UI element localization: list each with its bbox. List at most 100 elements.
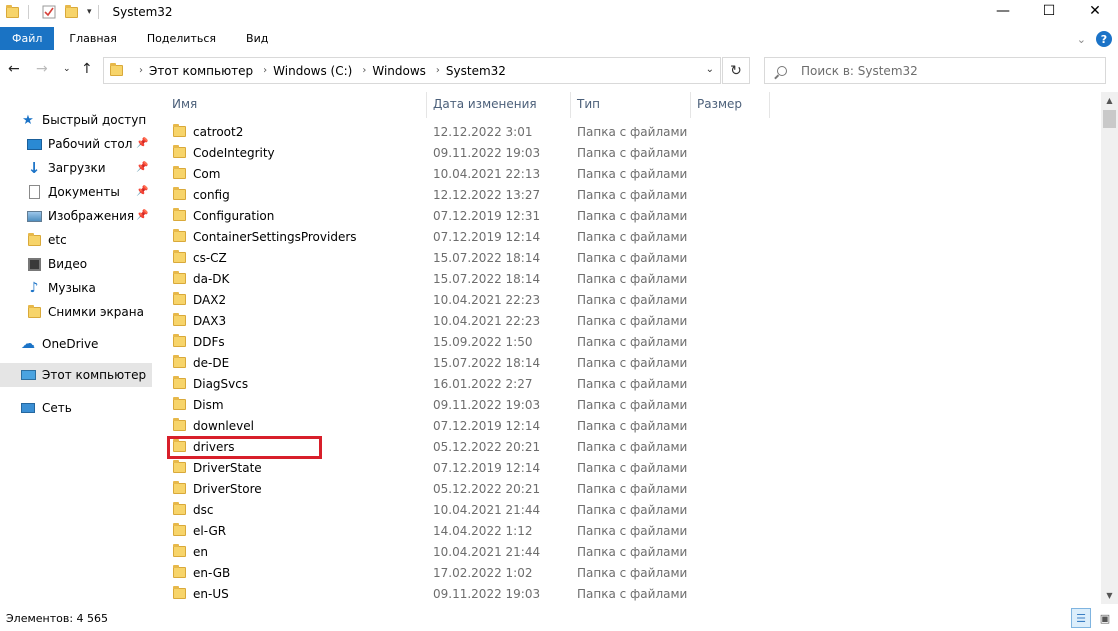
breadcrumb-windows[interactable]: Windows	[372, 64, 426, 78]
details-view-button[interactable]: ☰	[1071, 608, 1091, 628]
large-icons-view-button[interactable]: ▣	[1095, 608, 1115, 628]
folder-icon	[173, 481, 189, 494]
explorer-window: ▾ System32 — ☐ ✕ Файл Главная Поделиться…	[0, 0, 1118, 631]
table-row[interactable]: DAX2 10.04.2021 22:23 Папка с файлами	[169, 289, 699, 310]
nav-music[interactable]: ♪ Музыка	[26, 277, 96, 299]
folder-icon	[173, 229, 189, 242]
help-icon[interactable]: ?	[1096, 31, 1112, 47]
tab-home[interactable]: Главная	[54, 27, 132, 50]
table-row[interactable]: CodeIntegrity 09.11.2022 19:03 Папка с фай…	[169, 142, 699, 163]
details-view-icon: ☰	[1076, 611, 1086, 625]
back-arrow-icon[interactable]: ←	[8, 61, 20, 77]
table-row[interactable]: DriverState 07.12.2019 12:14 Папка с файла…	[169, 457, 699, 478]
pin-icon[interactable]: 📌	[136, 162, 148, 173]
nav-this-pc[interactable]: Этот компьютер	[0, 363, 152, 387]
vertical-scrollbar[interactable]: ▲ ▼	[1101, 92, 1118, 604]
scroll-thumb[interactable]	[1103, 110, 1116, 128]
divider[interactable]	[690, 92, 691, 118]
table-row[interactable]: ContainerSettingsProviders 07.12.2019 12:…	[169, 226, 699, 247]
nav-label: Документы	[48, 185, 120, 199]
chevron-down-icon[interactable]: ▾	[87, 7, 92, 17]
nav-network[interactable]: Сеть	[20, 397, 72, 419]
up-arrow-icon[interactable]: ↑	[81, 61, 93, 77]
pin-icon[interactable]: 📌	[136, 210, 148, 221]
tab-share[interactable]: Поделиться	[132, 27, 231, 50]
cloud-icon: ☁	[21, 336, 35, 352]
table-row[interactable]: downlevel 07.12.2019 12:14 Папка с файлами	[169, 415, 699, 436]
table-row[interactable]: da-DK 15.07.2022 18:14 Папка с файлами	[169, 268, 699, 289]
file-list: ⌃ Имя Дата изменения Тип Размер catroot2…	[155, 92, 1100, 604]
forward-arrow-icon[interactable]: →	[36, 61, 48, 77]
pin-icon[interactable]: 📌	[136, 186, 148, 197]
scroll-down-icon[interactable]: ▼	[1101, 587, 1118, 604]
nav-screenshots[interactable]: Снимки экрана	[26, 301, 144, 323]
table-row[interactable]: en-US 09.11.2022 19:03 Папка с файлами	[169, 583, 699, 604]
table-row[interactable]: cs-CZ 15.07.2022 18:14 Папка с файлами	[169, 247, 699, 268]
breadcrumb-drive-c[interactable]: Windows (C:)	[273, 64, 352, 78]
desktop-icon	[26, 136, 42, 152]
nav-videos[interactable]: Видео	[26, 253, 87, 275]
nav-pictures[interactable]: Изображения	[26, 205, 134, 227]
table-row[interactable]: el-GR 14.04.2022 1:12 Папка с файлами	[169, 520, 699, 541]
address-bar[interactable]: › Этот компьютер › Windows (C:) › Window…	[103, 57, 721, 84]
file-type: Папка с файлами	[577, 460, 688, 475]
folder-icon	[173, 271, 189, 284]
file-name: CodeIntegrity	[193, 145, 275, 160]
table-row[interactable]: en-GB 17.02.2022 1:02 Папка с файлами	[169, 562, 699, 583]
table-row[interactable]: DDFs 15.09.2022 1:50 Папка с файлами	[169, 331, 699, 352]
column-header: ⌃ Имя Дата изменения Тип Размер	[155, 92, 1100, 118]
nav-documents[interactable]: Документы	[26, 181, 120, 203]
table-row[interactable]: DriverStore 05.12.2022 20:21 Папка с файла…	[169, 478, 699, 499]
table-row[interactable]: de-DE 15.07.2022 18:14 Папка с файлами	[169, 352, 699, 373]
nav-quick-access[interactable]: ★ Быстрый доступ	[20, 109, 146, 131]
column-name[interactable]: Имя	[172, 97, 197, 111]
search-input[interactable]: Поиск в: System32	[764, 57, 1106, 84]
table-row[interactable]: config 12.12.2022 13:27 Папка с файлами	[169, 184, 699, 205]
column-date[interactable]: Дата изменения	[433, 97, 537, 111]
column-type[interactable]: Тип	[577, 97, 600, 111]
close-button[interactable]: ✕	[1072, 0, 1118, 22]
maximize-button[interactable]: ☐	[1026, 0, 1072, 22]
table-row[interactable]: DAX3 10.04.2021 22:23 Папка с файлами	[169, 310, 699, 331]
divider[interactable]	[426, 92, 427, 118]
table-row[interactable]: DiagSvcs 16.01.2022 2:27 Папка с файлами	[169, 373, 699, 394]
chevron-right-icon[interactable]: ›	[362, 65, 366, 76]
file-type: Папка с файлами	[577, 292, 688, 307]
table-row[interactable]: Configuration 07.12.2019 12:31 Папка с фай…	[169, 205, 699, 226]
scroll-up-icon[interactable]: ▲	[1101, 92, 1118, 109]
refresh-button[interactable]: ↻	[722, 57, 750, 84]
divider[interactable]	[769, 92, 770, 118]
properties-icon[interactable]	[41, 4, 57, 20]
tab-file[interactable]: Файл	[0, 27, 55, 50]
nav-downloads[interactable]: ↓ Загрузки	[26, 157, 106, 179]
chevron-right-icon[interactable]: ›	[139, 65, 143, 76]
chevron-right-icon[interactable]: ›	[436, 65, 440, 76]
folder-icon	[173, 565, 189, 578]
file-type: Папка с файлами	[577, 229, 688, 244]
recent-locations-icon[interactable]: ⌄	[63, 64, 71, 74]
window-title: System32	[112, 5, 173, 19]
file-date: 15.07.2022 18:14	[433, 250, 541, 265]
divider[interactable]	[570, 92, 571, 118]
table-row[interactable]: Dism 09.11.2022 19:03 Папка с файлами	[169, 394, 699, 415]
expand-ribbon-icon[interactable]: ⌄	[1077, 33, 1086, 46]
table-row[interactable]: en 10.04.2021 21:44 Папка с файлами	[169, 541, 699, 562]
table-row[interactable]: drivers 05.12.2022 20:21 Папка с файлами	[169, 436, 699, 457]
table-row[interactable]: dsc 10.04.2021 21:44 Папка с файлами	[169, 499, 699, 520]
breadcrumb-this-pc[interactable]: Этот компьютер	[149, 64, 253, 78]
file-date: 10.04.2021 22:23	[433, 313, 541, 328]
table-row[interactable]: catroot2 12.12.2022 3:01 Папка с файлами	[169, 121, 699, 142]
chevron-right-icon[interactable]: ›	[263, 65, 267, 76]
chevron-down-icon[interactable]: ⌄	[706, 64, 714, 75]
file-name: de-DE	[193, 355, 230, 370]
nav-onedrive[interactable]: ☁ OneDrive	[20, 333, 98, 355]
tab-view[interactable]: Вид	[231, 27, 283, 50]
column-size[interactable]: Размер	[697, 97, 742, 111]
nav-desktop[interactable]: Рабочий стол	[26, 133, 132, 155]
pin-icon[interactable]: 📌	[136, 138, 148, 149]
nav-etc[interactable]: etc	[26, 229, 67, 251]
breadcrumb-system32[interactable]: System32	[446, 64, 506, 78]
new-folder-icon[interactable]	[65, 4, 81, 20]
minimize-button[interactable]: —	[980, 0, 1026, 22]
table-row[interactable]: Com 10.04.2021 22:13 Папка с файлами	[169, 163, 699, 184]
